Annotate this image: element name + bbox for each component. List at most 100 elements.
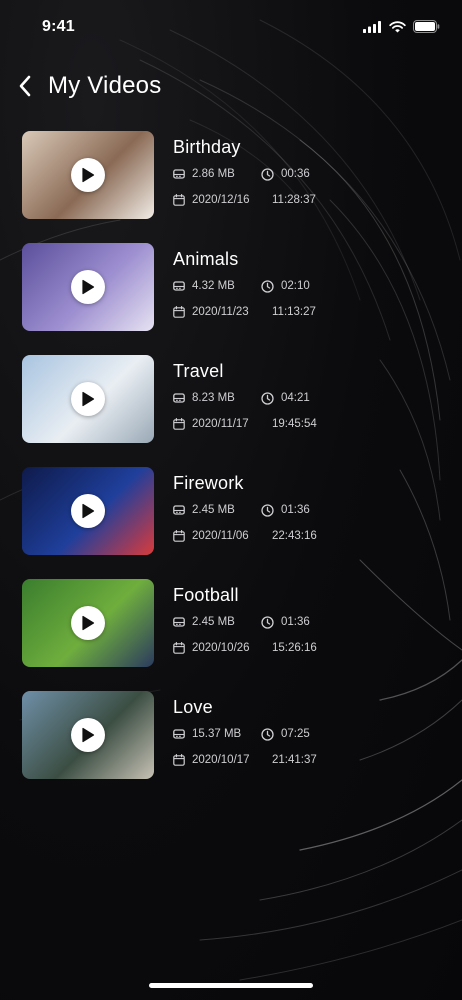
storage-icon xyxy=(173,505,185,515)
play-icon xyxy=(82,503,95,519)
clock-icon xyxy=(261,615,274,629)
video-thumbnail[interactable] xyxy=(22,579,154,667)
video-list-item[interactable]: Firework 2.45 MB 01:36 2020/11/06 22:43:… xyxy=(22,467,442,579)
play-icon xyxy=(82,279,95,295)
video-duration-text: 07:25 xyxy=(281,728,310,740)
video-title: Birthday xyxy=(173,137,241,157)
video-list-item[interactable]: Travel 8.23 MB 04:21 2020/11/17 19:45:54 xyxy=(22,355,442,467)
video-date-text: 2020/10/17 xyxy=(192,754,250,766)
video-thumbnail[interactable] xyxy=(22,131,154,219)
video-list-item[interactable]: Football 2.45 MB 01:36 2020/10/26 15:26:… xyxy=(22,579,442,691)
clock-icon xyxy=(261,167,274,181)
play-button[interactable] xyxy=(71,494,105,528)
video-thumbnail[interactable] xyxy=(22,691,154,779)
video-list-item[interactable]: Love 15.37 MB 07:25 2020/10/17 21:41:37 xyxy=(22,691,442,803)
video-date-text: 2020/11/06 xyxy=(192,530,249,542)
video-date-row: 2020/11/17 19:45:54 xyxy=(173,411,317,437)
storage-icon xyxy=(173,617,185,627)
video-created-at: 2020/11/06 22:43:16 xyxy=(173,530,317,542)
play-button[interactable] xyxy=(71,718,105,752)
clock-icon xyxy=(261,503,274,517)
video-size-duration-row: 2.45 MB 01:36 xyxy=(173,609,317,635)
video-size-text: 2.86 MB xyxy=(192,168,235,180)
video-thumbnail[interactable] xyxy=(22,467,154,555)
play-icon xyxy=(82,167,95,183)
video-title: Love xyxy=(173,697,213,717)
storage-icon xyxy=(173,729,185,739)
video-size: 8.23 MB xyxy=(173,392,261,404)
video-size-duration-row: 15.37 MB 07:25 xyxy=(173,721,317,747)
video-size-text: 4.32 MB xyxy=(192,280,235,292)
video-size: 15.37 MB xyxy=(173,728,261,740)
video-created-at: 2020/11/17 19:45:54 xyxy=(173,418,317,430)
video-duration-text: 01:36 xyxy=(281,504,310,516)
video-duration-text: 04:21 xyxy=(281,392,310,404)
video-time-text: 19:45:54 xyxy=(272,418,317,430)
video-time-text: 11:13:27 xyxy=(272,306,316,318)
video-list-item[interactable]: Animals 4.32 MB 02:10 2020/11/23 11:13:2… xyxy=(22,243,442,355)
video-duration-text: 00:36 xyxy=(281,168,310,180)
clock-icon xyxy=(261,391,274,405)
video-list-item[interactable]: Birthday 2.86 MB 00:36 2020/12/16 11:28:… xyxy=(22,131,442,243)
video-info: Travel 8.23 MB 04:21 2020/11/17 19:45:54 xyxy=(173,355,317,467)
video-info: Animals 4.32 MB 02:10 2020/11/23 11:13:2… xyxy=(173,243,316,355)
play-button[interactable] xyxy=(71,270,105,304)
video-info: Firework 2.45 MB 01:36 2020/11/06 22:43:… xyxy=(173,467,317,579)
video-duration: 07:25 xyxy=(261,727,310,741)
play-icon xyxy=(82,391,95,407)
play-button[interactable] xyxy=(71,606,105,640)
calendar-icon xyxy=(173,642,185,654)
calendar-icon xyxy=(173,530,185,542)
header: My Videos xyxy=(18,66,161,106)
video-created-at: 2020/11/23 11:13:27 xyxy=(173,306,316,318)
page-title: My Videos xyxy=(48,72,162,99)
video-duration: 01:36 xyxy=(261,503,310,517)
battery-icon xyxy=(413,20,440,33)
video-date-text: 2020/12/16 xyxy=(192,194,250,206)
cellular-signal-icon xyxy=(363,20,381,33)
play-button[interactable] xyxy=(71,382,105,416)
video-time-text: 21:41:37 xyxy=(272,754,317,766)
clock-icon xyxy=(261,279,274,293)
video-duration-text: 01:36 xyxy=(281,616,310,628)
calendar-icon xyxy=(173,754,185,766)
video-size: 2.86 MB xyxy=(173,168,261,180)
video-title: Travel xyxy=(173,361,224,381)
play-button[interactable] xyxy=(71,158,105,192)
video-size-text: 8.23 MB xyxy=(192,392,235,404)
video-time-text: 22:43:16 xyxy=(272,530,317,542)
video-title: Animals xyxy=(173,249,239,269)
video-date-row: 2020/11/23 11:13:27 xyxy=(173,299,316,325)
status-bar: 9:41 xyxy=(0,0,462,56)
video-size-text: 15.37 MB xyxy=(192,728,242,740)
video-info: Birthday 2.86 MB 00:36 2020/12/16 11:28:… xyxy=(173,131,316,243)
video-size-duration-row: 2.86 MB 00:36 xyxy=(173,161,316,187)
play-icon xyxy=(82,615,95,631)
video-date-row: 2020/10/26 15:26:16 xyxy=(173,635,317,661)
video-date-text: 2020/11/17 xyxy=(192,418,249,430)
video-thumbnail[interactable] xyxy=(22,355,154,443)
video-size-duration-row: 4.32 MB 02:10 xyxy=(173,273,316,299)
video-duration: 04:21 xyxy=(261,391,310,405)
video-size: 2.45 MB xyxy=(173,504,261,516)
video-date-row: 2020/10/17 21:41:37 xyxy=(173,747,317,773)
video-duration: 01:36 xyxy=(261,615,310,629)
video-date-text: 2020/10/26 xyxy=(192,642,250,654)
video-created-at: 2020/10/17 21:41:37 xyxy=(173,754,317,766)
video-duration: 00:36 xyxy=(261,167,310,181)
video-date-text: 2020/11/23 xyxy=(192,306,249,318)
video-size-text: 2.45 MB xyxy=(192,616,235,628)
calendar-icon xyxy=(173,418,185,430)
chevron-left-icon xyxy=(19,75,31,97)
video-info: Football 2.45 MB 01:36 2020/10/26 15:26:… xyxy=(173,579,317,691)
video-duration: 02:10 xyxy=(261,279,310,293)
video-title: Football xyxy=(173,585,239,605)
back-button[interactable] xyxy=(18,68,44,104)
video-list: Birthday 2.86 MB 00:36 2020/12/16 11:28:… xyxy=(22,131,442,803)
storage-icon xyxy=(173,281,185,291)
home-indicator[interactable] xyxy=(149,983,313,988)
video-created-at: 2020/10/26 15:26:16 xyxy=(173,642,317,654)
play-icon xyxy=(82,727,95,743)
video-thumbnail[interactable] xyxy=(22,243,154,331)
video-date-row: 2020/12/16 11:28:37 xyxy=(173,187,316,213)
